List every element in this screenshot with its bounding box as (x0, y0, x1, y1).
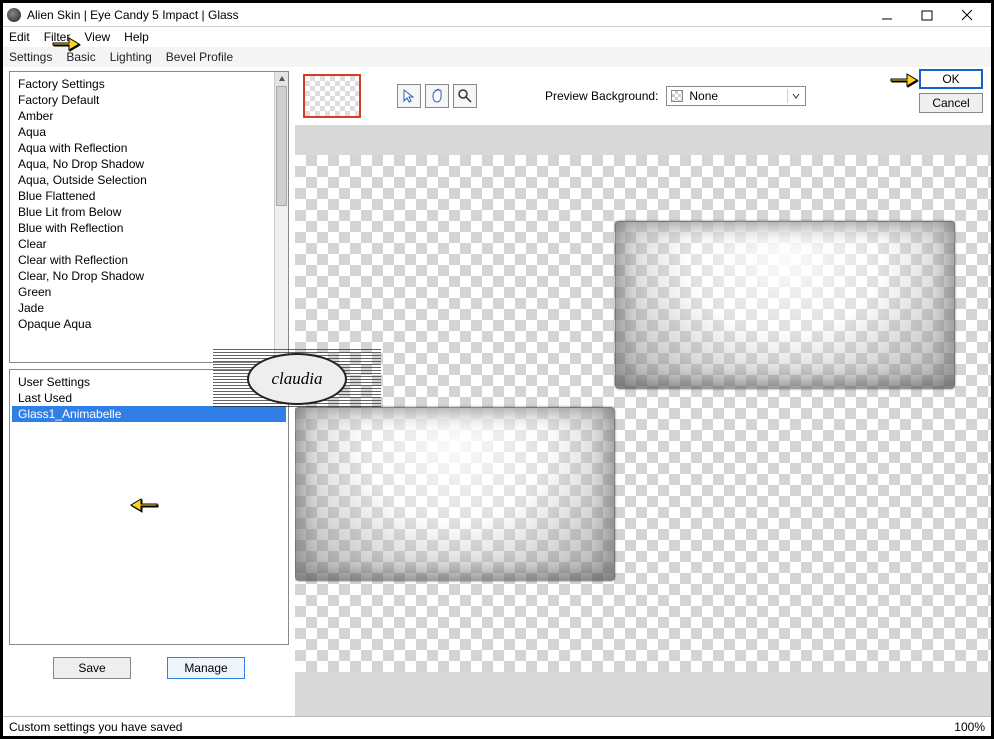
tool-group (397, 84, 477, 108)
user-settings-panel: User Settings Last Used Glass1_Animabell… (9, 369, 289, 645)
list-item[interactable]: Aqua (12, 124, 272, 140)
manage-button[interactable]: Manage (167, 657, 245, 679)
status-text: Custom settings you have saved (9, 720, 182, 734)
list-item[interactable]: Amber (12, 108, 272, 124)
list-item-selected[interactable]: Glass1_Animabelle (12, 406, 286, 422)
preview-canvas[interactable] (295, 155, 991, 672)
menu-filter[interactable]: Filter (44, 30, 71, 44)
toolbar-strip: Preview Background: None OK Cancel (295, 67, 991, 125)
list-item[interactable]: Clear, No Drop Shadow (12, 268, 272, 284)
list-item[interactable]: Aqua, No Drop Shadow (12, 156, 272, 172)
list-item[interactable]: Clear (12, 236, 272, 252)
menu-view[interactable]: View (84, 30, 110, 44)
tabbar: Settings Basic Lighting Bevel Profile (3, 47, 991, 67)
button-row: Save Manage (9, 651, 289, 681)
window-title: Alien Skin | Eye Candy 5 Impact | Glass (27, 8, 867, 22)
tab-settings[interactable]: Settings (9, 50, 52, 64)
factory-settings-panel: Factory Settings Factory Default Amber A… (9, 71, 289, 363)
zoom-tool[interactable] (453, 84, 477, 108)
user-settings-header: User Settings (12, 374, 286, 390)
list-item[interactable]: Blue Lit from Below (12, 204, 272, 220)
list-item[interactable]: Blue Flattened (12, 188, 272, 204)
statusbar: Custom settings you have saved 100% (3, 716, 991, 736)
pointer-tool[interactable] (397, 84, 421, 108)
list-item[interactable]: Blue with Reflection (12, 220, 272, 236)
transparency-swatch-icon (671, 90, 683, 102)
preview-background-select[interactable]: None (666, 86, 806, 106)
save-button[interactable]: Save (53, 657, 131, 679)
right-column: Preview Background: None OK Cancel (295, 67, 991, 716)
glass-shape (295, 407, 615, 581)
hand-tool[interactable] (425, 84, 449, 108)
ok-button[interactable]: OK (919, 69, 983, 89)
left-column: Factory Settings Factory Default Amber A… (3, 67, 295, 716)
scrollbar[interactable] (274, 72, 288, 362)
titlebar: Alien Skin | Eye Candy 5 Impact | Glass (3, 3, 991, 27)
list-item[interactable]: Aqua with Reflection (12, 140, 272, 156)
preview-background-control: Preview Background: None (545, 86, 806, 106)
tab-bevel-profile[interactable]: Bevel Profile (166, 50, 233, 64)
maximize-button[interactable] (907, 4, 947, 26)
menu-edit[interactable]: Edit (9, 30, 30, 44)
pointer-annotation-ok (889, 69, 919, 91)
list-item[interactable]: Jade (12, 300, 272, 316)
close-button[interactable] (947, 4, 987, 26)
factory-settings-header: Factory Settings (12, 76, 272, 92)
scroll-up-icon[interactable] (275, 72, 288, 86)
glass-shape (615, 221, 955, 389)
scroll-thumb[interactable] (276, 86, 287, 206)
gray-strip-bottom (295, 672, 991, 716)
gray-strip-top (295, 125, 991, 155)
menu-help[interactable]: Help (124, 30, 149, 44)
list-item[interactable]: Aqua, Outside Selection (12, 172, 272, 188)
list-item[interactable]: Green (12, 284, 272, 300)
tab-lighting[interactable]: Lighting (110, 50, 152, 64)
list-item[interactable]: Factory Default (12, 92, 272, 108)
tab-basic[interactable]: Basic (66, 50, 95, 64)
dialog-buttons: OK Cancel (919, 69, 983, 113)
factory-settings-list[interactable]: Factory Settings Factory Default Amber A… (10, 72, 274, 362)
zoom-level: 100% (954, 720, 985, 734)
preview-thumbnail[interactable] (303, 74, 361, 118)
list-item[interactable]: Clear with Reflection (12, 252, 272, 268)
app-icon (7, 8, 21, 22)
minimize-button[interactable] (867, 4, 907, 26)
chevron-down-icon (787, 89, 803, 103)
list-item[interactable]: Opaque Aqua (12, 316, 272, 332)
menubar: Edit Filter View Help (3, 27, 991, 47)
list-item-last-used[interactable]: Last Used (12, 390, 286, 406)
preview-background-value: None (689, 89, 718, 103)
cancel-button[interactable]: Cancel (919, 93, 983, 113)
preview-background-label: Preview Background: (545, 89, 658, 103)
